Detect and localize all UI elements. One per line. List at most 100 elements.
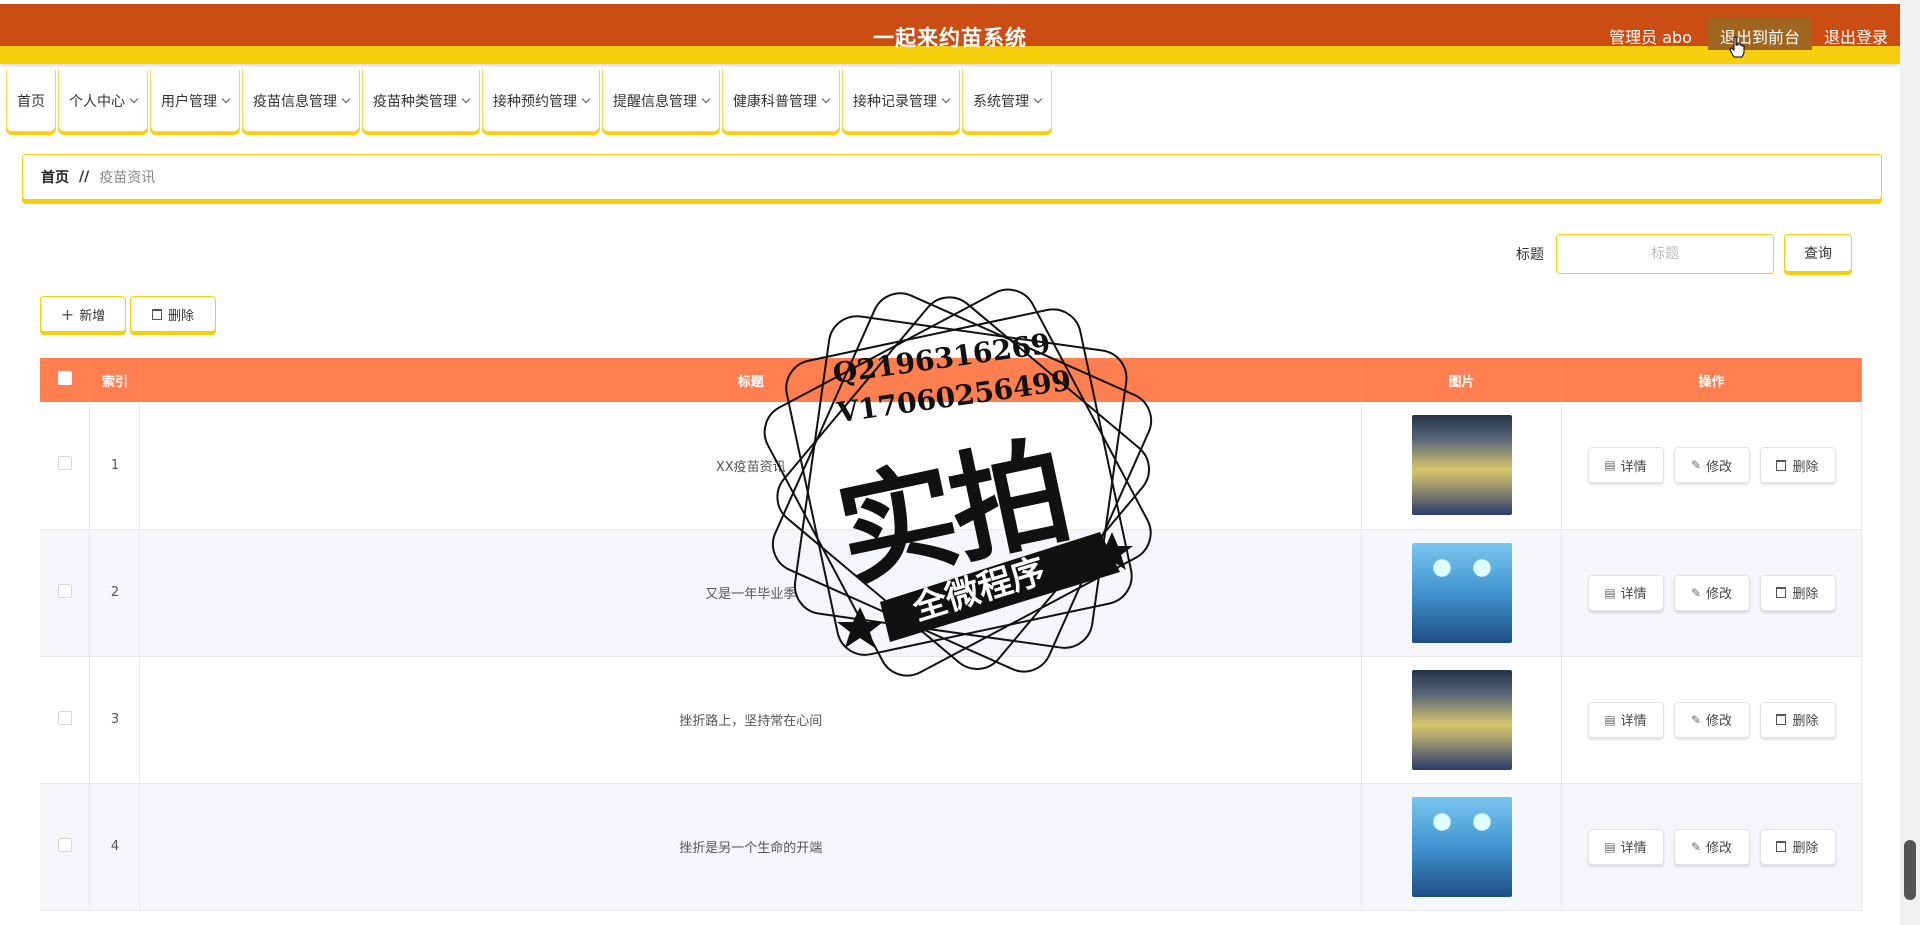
detail-button[interactable]: ▤ 详情 [1587, 701, 1664, 738]
row-thumbnail [1411, 415, 1512, 516]
row-checkbox-cell [40, 402, 91, 530]
table-row: 1 XX疫苗资讯 ▤ 详情 ✎ 修改 删除 [40, 402, 1862, 530]
header-right: 管理员 abo 退出到前台 退出登录 [1609, 18, 1900, 68]
row-image-cell [1361, 783, 1562, 911]
edit-icon: ✎ [1690, 458, 1702, 473]
breadcrumb-current: 疫苗资讯 [99, 170, 156, 186]
top-header: 一起来约苗系统 管理员 abo 退出到前台 退出登录 [0, 0, 1900, 64]
row-title: 挫折路上，坚持常在心间 [139, 656, 1363, 784]
nav-label: 接种预约管理 [493, 93, 577, 110]
edit-button[interactable]: ✎ 修改 [1673, 447, 1750, 484]
row-thumbnail [1411, 796, 1512, 897]
edit-button[interactable]: ✎ 修改 [1673, 701, 1750, 738]
row-checkbox[interactable] [57, 456, 72, 471]
chevron-down-icon [1033, 94, 1043, 103]
trash-icon [1776, 587, 1787, 598]
chevron-down-icon [221, 94, 231, 103]
row-checkbox[interactable] [57, 583, 72, 598]
detail-label: 详情 [1620, 459, 1647, 475]
page-scrollbar[interactable] [1900, 0, 1920, 925]
row-checkbox-cell [40, 783, 91, 911]
nav-vaccine-type[interactable]: 疫苗种类管理 [362, 70, 480, 132]
nav-health-science[interactable]: 健康科普管理 [722, 70, 840, 132]
breadcrumb: 首页 // 疫苗资讯 [22, 154, 1882, 200]
detail-label: 详情 [1620, 841, 1647, 856]
nav-label: 个人中心 [69, 93, 125, 110]
row-title: 又是一年毕业季 [139, 529, 1363, 657]
news-table: 索引 标题 图片 操作 1 XX疫苗资讯 ▤ 详情 ✎ 修改 删除 2 又是一年… [40, 358, 1862, 911]
row-index: 4 [89, 783, 141, 911]
row-thumbnail [1411, 542, 1512, 643]
document-icon: ▤ [1604, 458, 1616, 473]
delete-label: 删除 [1792, 587, 1819, 602]
delete-button[interactable]: 删除 [1759, 701, 1836, 738]
edit-icon: ✎ [1690, 712, 1702, 727]
plus-icon: + [60, 304, 75, 324]
trash-icon [1776, 459, 1787, 471]
document-icon: ▤ [1604, 839, 1616, 854]
nav-label: 健康科普管理 [733, 93, 817, 110]
document-icon: ▤ [1604, 712, 1616, 727]
nav-home[interactable]: 首页 [6, 70, 56, 132]
row-checkbox[interactable] [57, 837, 72, 852]
table-row: 3 挫折路上，坚持常在心间 ▤ 详情 ✎ 修改 删除 [40, 656, 1862, 784]
nav-system[interactable]: 系统管理 [962, 70, 1052, 132]
delete-button[interactable]: 删除 [1759, 828, 1836, 865]
breadcrumb-home[interactable]: 首页 [41, 167, 69, 187]
chevron-down-icon [341, 94, 351, 103]
row-actions: ▤ 详情 ✎ 修改 删除 [1561, 656, 1862, 784]
row-index: 1 [89, 402, 141, 530]
nav-reminder[interactable]: 提醒信息管理 [602, 70, 720, 132]
nav-appointment[interactable]: 接种预约管理 [482, 70, 600, 132]
chevron-down-icon [701, 94, 711, 103]
scrollbar-thumb[interactable] [1904, 840, 1916, 900]
breadcrumb-separator: // [79, 169, 90, 185]
edit-label: 修改 [1706, 714, 1733, 729]
nav-label: 系统管理 [973, 93, 1029, 110]
table-row: 4 挫折是另一个生命的开端 ▤ 详情 ✎ 修改 删除 [40, 783, 1862, 911]
edit-label: 修改 [1706, 587, 1733, 602]
bulk-delete-button[interactable]: 删除 [130, 296, 216, 332]
trash-icon [1776, 841, 1787, 852]
edit-button[interactable]: ✎ 修改 [1673, 828, 1750, 865]
search-button[interactable]: 查询 [1784, 234, 1852, 272]
edit-icon: ✎ [1690, 839, 1702, 854]
edit-button[interactable]: ✎ 修改 [1673, 574, 1750, 611]
nav-user-management[interactable]: 用户管理 [150, 70, 240, 132]
chevron-down-icon [581, 94, 591, 103]
detail-button[interactable]: ▤ 详情 [1587, 447, 1664, 484]
hand-cursor-icon [1729, 36, 1745, 58]
nav-label: 接种记录管理 [853, 93, 937, 110]
edit-icon: ✎ [1690, 585, 1702, 600]
add-button[interactable]: + 新增 [40, 296, 126, 332]
detail-button[interactable]: ▤ 详情 [1587, 828, 1664, 865]
search-title-label: 标题 [1516, 247, 1544, 263]
col-index: 索引 [89, 358, 141, 402]
row-image-cell [1361, 529, 1562, 657]
delete-label: 删除 [1792, 841, 1819, 856]
document-icon: ▤ [1604, 585, 1616, 600]
delete-button[interactable]: 删除 [1759, 447, 1836, 484]
main-nav: 首页 个人中心 用户管理 疫苗信息管理 疫苗种类管理 接种预约管理 提醒信息管理… [6, 70, 1054, 132]
chevron-down-icon [941, 94, 951, 103]
detail-button[interactable]: ▤ 详情 [1587, 574, 1664, 611]
logout-button[interactable]: 退出登录 [1812, 18, 1900, 50]
col-image: 图片 [1361, 358, 1562, 402]
row-actions: ▤ 详情 ✎ 修改 删除 [1561, 783, 1862, 911]
row-checkbox-cell [40, 656, 91, 784]
exit-to-front-button[interactable]: 退出到前台 [1707, 18, 1812, 50]
table-header-row: 索引 标题 图片 操作 [40, 358, 1862, 402]
row-index: 3 [89, 656, 141, 784]
nav-personal-center[interactable]: 个人中心 [58, 70, 148, 132]
search-title-input[interactable] [1556, 234, 1774, 274]
delete-button[interactable]: 删除 [1759, 574, 1836, 611]
nav-label: 提醒信息管理 [613, 93, 697, 110]
select-all-checkbox[interactable] [57, 371, 72, 385]
nav-label: 疫苗种类管理 [373, 93, 457, 110]
nav-vaccination-record[interactable]: 接种记录管理 [842, 70, 960, 132]
admin-user-label: 管理员 abo [1609, 28, 1692, 47]
row-checkbox[interactable] [57, 710, 72, 725]
nav-label: 用户管理 [161, 93, 217, 110]
nav-vaccine-info[interactable]: 疫苗信息管理 [242, 70, 360, 132]
row-image-cell [1361, 402, 1562, 530]
